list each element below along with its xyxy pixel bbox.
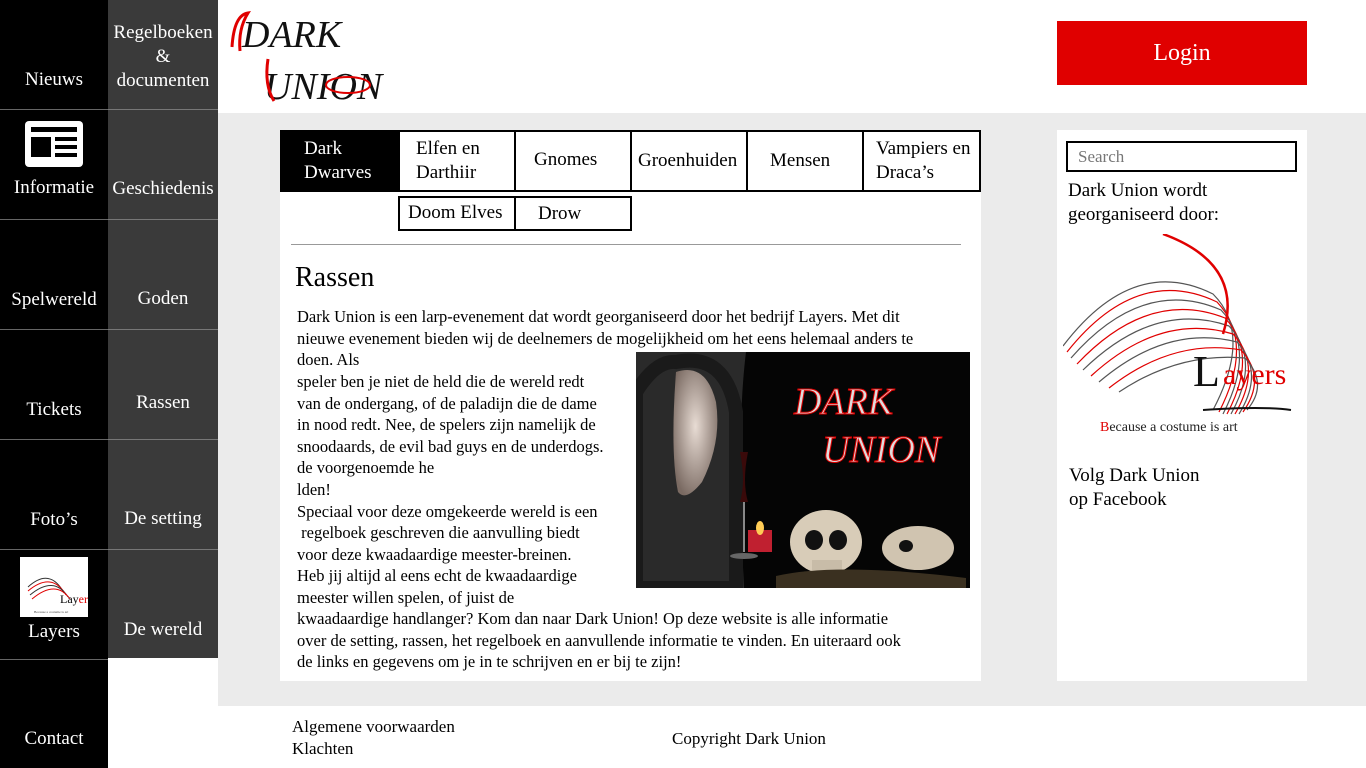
tab-label: Elfen en Darthiir [416,138,480,183]
text-line: Speciaal voor deze omgekeerde wereld is … [297,501,598,521]
nav-label: Goden [137,288,189,309]
nav-label: Geschiedenis [112,178,214,199]
text-line: de voorgenoemde he [297,458,435,478]
terms-link[interactable]: Algemene voorwaarden [292,717,455,737]
primary-nav: Nieuws Informatie Spelwereld Tickets Fot… [0,0,108,768]
nav-item-layers[interactable]: Layers Because a costume is art Layers [0,550,108,660]
nav-label: De setting [124,508,202,529]
nav-item-geschiedenis[interactable]: Geschiedenis [108,110,218,220]
search-input[interactable] [1066,141,1297,172]
right-sidebar: Dark Union wordt georganiseerd door: L a… [1057,130,1307,681]
newspaper-icon [25,121,83,167]
nav-item-rassen[interactable]: Rassen [108,330,218,440]
text-line: voor deze kwaadaardige meester-breinen. [297,544,572,564]
text-line: Heb jij altijd al eens echt de kwaadaard… [297,566,577,586]
nav-label: Informatie [13,177,95,198]
tab-label: Dark Dwarves [304,138,372,183]
layers-logo[interactable]: L ayers Because a costume is art [1062,232,1301,435]
logo-line2: UNION [264,66,385,105]
nav-label: Tickets [26,399,82,420]
nav-item-spelwereld[interactable]: Spelwereld [0,220,108,330]
image-logo-line1: DARK [793,381,895,423]
main-content: Dark Dwarves Elfen en Darthiir Gnomes Gr… [280,130,981,681]
page-title: Rassen [295,262,375,293]
tab-elfen-en-darthiir[interactable]: Elfen en Darthiir [398,130,516,192]
nav-label: Contact [24,728,84,749]
nav-label: De wereld [123,619,203,640]
nav-item-tickets[interactable]: Tickets [0,330,108,440]
dark-union-logo[interactable]: DARK UNION [228,5,404,108]
facebook-line: Volg Dark Union [1069,465,1200,486]
tab-dark-dwarves[interactable]: Dark Dwarves [280,130,400,192]
nav-item-de-setting[interactable]: De setting [108,440,218,550]
layers-logo-rest: ayers [1223,358,1286,391]
nav-label: Rassen [136,392,190,413]
organised-by-text: Dark Union wordt georganiseerd door: [1068,180,1220,225]
login-button[interactable]: Login [1057,21,1307,85]
nav-label: Foto’s [30,509,78,530]
nav-item-nieuws[interactable]: Nieuws [0,0,108,110]
tab-label: Gnomes [534,149,598,170]
nav-label: Regelboeken & documenten [113,21,213,91]
text-line: kwaadaardige handlanger? Kom dan naar Da… [297,609,889,628]
login-label: Login [1153,39,1211,66]
nav-label: Nieuws [24,69,84,90]
tab-drow[interactable]: Drow [514,196,632,231]
layers-logo-icon: Layers Because a costume is art [20,557,88,617]
tab-label: Vampiers en Draca’s [876,138,971,183]
logo-line1: DARK [241,14,343,56]
image-logo-line2: UNION [822,429,943,471]
copyright-text: Copyright Dark Union [672,729,826,748]
text-line: nieuwe evenement bieden wij de deelnemer… [297,328,914,348]
tab-label: Groenhuiden [638,150,738,171]
nav-item-regelboeken[interactable]: Regelboeken & documenten [108,0,218,110]
intro-text-bottom: kwaadaardige handlanger? Kom dan naar Da… [297,608,901,673]
svg-text:Because a costume is art: Because a costume is art [1100,420,1238,434]
nav-label: Layers [28,621,80,642]
nav-item-goden[interactable]: Goden [108,220,218,330]
intro-text-wrapped: speler ben je niet de held die de wereld… [297,371,604,609]
facebook-link[interactable]: Volg Dark Union op Facebook [1069,464,1200,512]
layers-logo-initial: L [1193,347,1220,396]
svg-text:Because a costume is art: Because a costume is art [34,610,68,614]
tab-vampiers-en-dracas[interactable]: Vampiers en Draca’s [862,130,981,192]
nav-label: Spelwereld [11,289,97,310]
nav-item-de-wereld[interactable]: De wereld [108,550,218,660]
secondary-nav: Regelboeken & documenten Geschiedenis Go… [108,0,218,658]
tab-doom-elves[interactable]: Doom Elves [398,196,516,231]
text-line: over de setting, rassen, het regelboek e… [297,630,901,650]
text-line: snoodaards, de evil bad guys en de under… [297,436,604,456]
tab-mensen[interactable]: Mensen [746,130,864,192]
svg-text:Layers: Layers [60,592,88,606]
nav-item-fotos[interactable]: Foto’s [0,440,108,550]
tab-groenhuiden[interactable]: Groenhuiden [630,130,748,192]
text-line: meester willen spelen, of juist de [297,587,515,607]
tab-label: Mensen [770,150,831,171]
text-line: lden! [297,479,331,499]
nav-item-informatie[interactable]: Informatie [0,110,108,220]
text-line: regelboek geschreven die aanvulling bied… [297,523,580,543]
text-line: speler ben je niet de held die de wereld… [297,372,585,391]
text-line: Dark Union is een larp-evenement dat wor… [297,307,900,326]
text-line: in nood redt. Nee, de spelers zijn namel… [297,415,596,435]
nav-item-contact[interactable]: Contact [0,660,108,768]
text-line: van de ondergang, of de paladijn die de … [297,393,597,413]
tab-label: Drow [538,202,582,224]
divider [291,244,961,245]
tagline-rest: ecause a costume is art [1109,420,1237,434]
text-line: de links en gegevens om je in te schrijv… [297,652,682,672]
tab-gnomes[interactable]: Gnomes [514,130,632,192]
facebook-line: op Facebook [1069,489,1167,510]
tagline-initial: B [1100,420,1109,434]
complaints-link[interactable]: Klachten [292,739,353,759]
hero-image: DARK UNION [636,352,970,588]
tab-label: Doom Elves [408,202,503,223]
